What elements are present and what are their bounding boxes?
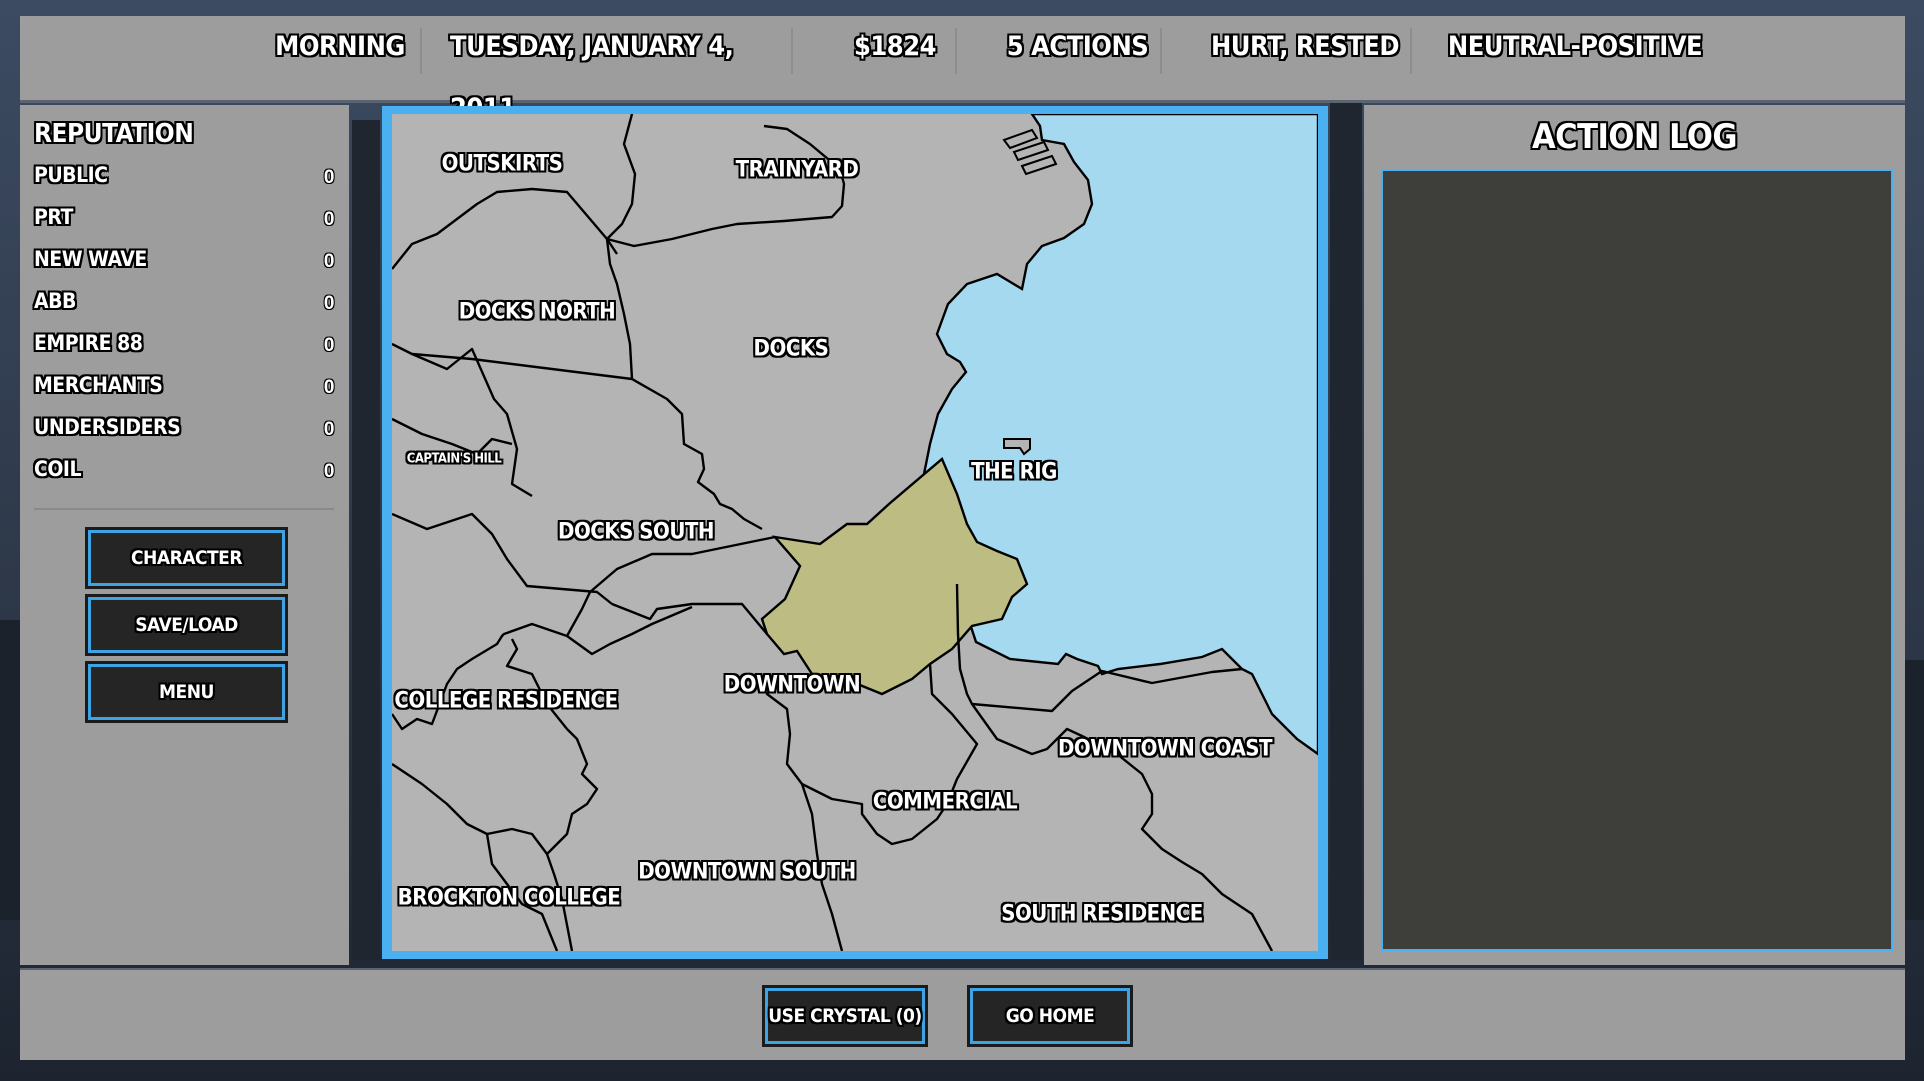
district-downtown-south[interactable]: DOWNTOWN SOUTH <box>638 860 856 885</box>
action-log-panel: ACTION LOG <box>1364 105 1905 965</box>
menu-button[interactable]: MENU <box>88 664 285 720</box>
reputation-value: 0 <box>323 251 335 272</box>
district-captains-hill[interactable]: CAPTAIN'S HILL <box>407 452 502 467</box>
reputation-title: REPUTATION <box>34 119 194 149</box>
background-building <box>1905 660 1924 920</box>
reputation-row-coil: COIL 0 <box>34 457 335 491</box>
reputation-name: EMPIRE 88 <box>34 331 143 355</box>
status-divider <box>1160 28 1162 74</box>
use-crystal-button[interactable]: USE CRYSTAL (0) <box>765 988 925 1044</box>
district-docks-north[interactable]: DOCKS NORTH <box>459 300 616 325</box>
action-log-title: ACTION LOG <box>1532 117 1737 157</box>
panel-divider <box>34 508 334 510</box>
date-display: TUESDAY, JANUARY 4, 2011 <box>450 31 734 124</box>
city-map: OUTSKIRTS TRAINYARD DOCKS NORTH DOCKS CA… <box>392 114 1318 951</box>
reputation-value: 0 <box>323 419 335 440</box>
background-building <box>1330 100 1362 960</box>
reputation-name: PUBLIC <box>34 163 108 187</box>
reputation-name: COIL <box>34 457 81 481</box>
reputation-value: 0 <box>323 377 335 398</box>
reputation-name: MERCHANTS <box>34 373 163 397</box>
reputation-row-prt: PRT 0 <box>34 205 335 239</box>
reputation-row-merchants: MERCHANTS 0 <box>34 373 335 407</box>
reputation-name: ABB <box>34 289 76 313</box>
city-map-frame: OUTSKIRTS TRAINYARD DOCKS NORTH DOCKS CA… <box>382 106 1328 959</box>
district-docks[interactable]: DOCKS <box>754 337 829 362</box>
go-home-button[interactable]: GO HOME <box>970 988 1130 1044</box>
background-building <box>352 120 380 960</box>
district-south-residence[interactable]: SOUTH RESIDENCE <box>1001 902 1203 927</box>
city-map-svg <box>392 114 1318 951</box>
reputation-value: 0 <box>323 335 335 356</box>
district-trainyard[interactable]: TRAINYARD <box>736 158 859 183</box>
reputation-name: UNDERSIDERS <box>34 415 181 439</box>
bottom-bar: USE CRYSTAL (0) GO HOME <box>20 968 1905 1060</box>
mood-display: NEUTRAL-POSITIVE <box>1447 31 1703 62</box>
reputation-value: 0 <box>323 461 335 482</box>
district-downtown-coast[interactable]: DOWNTOWN COAST <box>1058 737 1273 762</box>
reputation-name: NEW WAVE <box>34 247 147 271</box>
status-divider <box>420 28 422 74</box>
condition-display: HURT, RESTED <box>1210 31 1400 62</box>
district-the-rig[interactable]: THE RIG <box>971 460 1057 485</box>
reputation-panel: REPUTATION PUBLIC 0 PRT 0 NEW WAVE 0 ABB… <box>20 105 349 965</box>
reputation-row-undersiders: UNDERSIDERS 0 <box>34 415 335 449</box>
time-of-day: MORNING <box>275 31 405 62</box>
status-divider <box>955 28 957 74</box>
reputation-row-abb: ABB 0 <box>34 289 335 323</box>
reputation-value: 0 <box>323 167 335 188</box>
background-building <box>0 620 22 920</box>
district-college-residence[interactable]: COLLEGE RESIDENCE <box>394 689 618 714</box>
status-bar: MORNING TUESDAY, JANUARY 4, 2011 $1824 5… <box>20 16 1905 124</box>
reputation-value: 0 <box>323 293 335 314</box>
save-load-button[interactable]: SAVE/LOAD <box>88 597 285 653</box>
reputation-name: PRT <box>34 205 73 229</box>
district-docks-south[interactable]: DOCKS SOUTH <box>558 520 714 545</box>
reputation-row-new-wave: NEW WAVE 0 <box>34 247 335 281</box>
district-outskirts[interactable]: OUTSKIRTS <box>442 152 563 177</box>
reputation-row-empire-88: EMPIRE 88 0 <box>34 331 335 365</box>
district-downtown-label[interactable]: DOWNTOWN <box>724 673 861 698</box>
district-brockton-college[interactable]: BROCKTON COLLEGE <box>398 886 621 911</box>
reputation-row-public: PUBLIC 0 <box>34 163 335 197</box>
status-divider <box>1410 28 1412 74</box>
reputation-value: 0 <box>323 209 335 230</box>
action-log-box[interactable] <box>1381 169 1893 951</box>
character-button[interactable]: CHARACTER <box>88 530 285 586</box>
district-commercial[interactable]: COMMERCIAL <box>873 790 1018 815</box>
actions-display: 5 ACTIONS <box>1006 31 1149 62</box>
status-divider <box>791 28 793 74</box>
